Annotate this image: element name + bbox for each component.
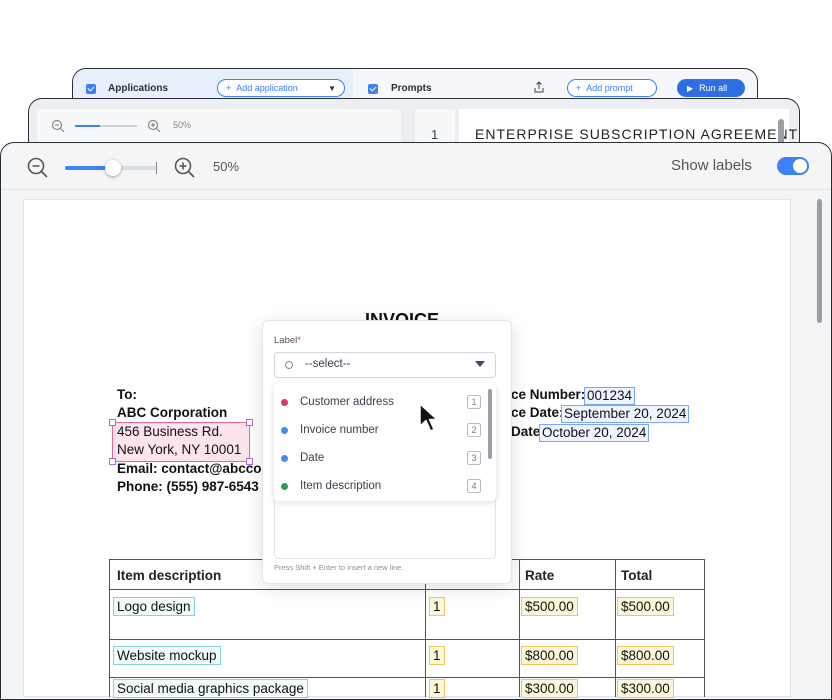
option-date[interactable]: Date 3 xyxy=(275,445,491,471)
label-panel: Label* --select-- Customer address 1 Inv… xyxy=(262,320,512,584)
applications-tab-label[interactable]: Applications xyxy=(108,83,168,94)
shortcut-badge: 1 xyxy=(467,395,481,409)
header-cell-total: Total xyxy=(616,560,705,590)
handle-top-left[interactable] xyxy=(109,419,116,426)
option-customer-address[interactable]: Customer address 1 xyxy=(275,389,491,415)
header-description: Item description xyxy=(117,568,222,583)
option-item-description[interactable]: Item description 4 xyxy=(275,473,491,499)
phone-line: Phone: (555) 987-6543 xyxy=(117,479,259,494)
mid-zoom-level: 50% xyxy=(173,120,192,130)
zoom-slider-thumb[interactable] xyxy=(105,160,121,176)
row1-description[interactable]: Logo design xyxy=(113,597,195,616)
mid-zoom-slider[interactable] xyxy=(75,125,137,127)
option-label: Invoice number xyxy=(300,424,379,436)
zoom-in-icon[interactable] xyxy=(147,119,161,138)
plus-icon: + xyxy=(226,83,232,93)
invoice-date-value[interactable]: September 20, 2024 xyxy=(561,405,690,423)
invoice-number-dot xyxy=(281,426,288,434)
zoom-in-icon[interactable] xyxy=(174,157,196,184)
row1-total[interactable]: $500.00 xyxy=(617,597,674,616)
handle-top-right[interactable] xyxy=(246,419,253,426)
share-icon[interactable] xyxy=(533,80,545,98)
circle-icon xyxy=(285,361,293,369)
hint-text: Press Shift + Enter to insert a new line… xyxy=(274,563,404,572)
row3-qty[interactable]: 1 xyxy=(429,679,445,698)
label-select[interactable]: --select-- xyxy=(274,352,496,378)
add-prompt-label: Add prompt xyxy=(586,83,633,93)
row2-rate[interactable]: $800.00 xyxy=(521,646,578,665)
show-labels-text: Show labels xyxy=(671,157,752,174)
line-number: 1 xyxy=(431,127,439,142)
item-description-dot xyxy=(281,482,288,490)
row2-description[interactable]: Website mockup xyxy=(113,646,221,665)
row3-description[interactable]: Social media graphics package xyxy=(113,679,308,698)
row1-rate[interactable]: $500.00 xyxy=(521,597,578,616)
shortcut-badge: 4 xyxy=(467,479,481,493)
run-all-button[interactable]: ▶ Run all xyxy=(677,79,745,97)
row3-total[interactable]: $300.00 xyxy=(617,679,674,698)
header-cell-rate: Rate xyxy=(520,560,616,590)
header-rate: Rate xyxy=(525,568,555,583)
due-date-value[interactable]: October 20, 2024 xyxy=(539,424,650,442)
customer-address-dot xyxy=(281,398,288,406)
company-name: ABC Corporation xyxy=(117,405,228,420)
zoom-slider[interactable] xyxy=(65,160,157,176)
zoom-out-icon[interactable] xyxy=(27,157,49,184)
toolbar-divider xyxy=(1,189,831,190)
applications-checkbox[interactable] xyxy=(86,84,96,94)
option-invoice-number[interactable]: Invoice number 2 xyxy=(275,417,491,443)
invoice-number-value[interactable]: 001234 xyxy=(584,387,636,405)
options-scrollbar[interactable] xyxy=(488,389,492,459)
shortcut-badge: 3 xyxy=(467,451,481,465)
prompts-checkbox[interactable] xyxy=(368,84,378,94)
address-line1: 456 Business Rd. xyxy=(117,424,223,439)
row2-total[interactable]: $800.00 xyxy=(617,646,674,665)
add-application-button[interactable]: + Add application ▼ xyxy=(217,79,345,97)
shortcut-badge: 2 xyxy=(467,423,481,437)
address-line2: New York, NY 10001 xyxy=(117,442,242,457)
zoom-out-icon[interactable] xyxy=(51,119,65,138)
to-label: To: xyxy=(117,387,137,402)
row1-qty[interactable]: 1 xyxy=(429,597,445,616)
required-mark: * xyxy=(297,335,301,346)
play-icon: ▶ xyxy=(687,83,694,93)
toggle-knob xyxy=(793,159,807,173)
caret-down-icon: ▼ xyxy=(328,83,336,93)
mouse-cursor-icon xyxy=(418,402,440,439)
header-total: Total xyxy=(621,568,653,583)
show-labels-toggle[interactable] xyxy=(777,157,809,175)
caret-down-icon xyxy=(475,361,485,367)
option-label: Date xyxy=(300,452,325,464)
handle-bottom-left[interactable] xyxy=(109,458,116,465)
plus-icon: + xyxy=(576,83,582,93)
row3-rate[interactable]: $300.00 xyxy=(521,679,578,698)
run-all-label: Run all xyxy=(699,83,728,93)
email-line: Email: contact@abcco xyxy=(117,461,262,476)
agreement-title: ENTERPRISE SUBSCRIPTION AGREEMENT xyxy=(475,126,799,142)
page-scrollbar[interactable] xyxy=(817,199,822,323)
invoice-number-label: ce Number: xyxy=(511,387,586,402)
select-placeholder: --select-- xyxy=(305,358,351,370)
zoom-level: 50% xyxy=(213,159,240,174)
date-dot xyxy=(281,454,288,462)
add-application-label: Add application xyxy=(236,83,298,93)
row2-qty[interactable]: 1 xyxy=(429,646,445,665)
add-prompt-button[interactable]: + Add prompt xyxy=(567,79,657,97)
label-title: Label* xyxy=(274,335,301,346)
invoice-date-label: ce Date: xyxy=(511,405,564,420)
prompts-tab-label[interactable]: Prompts xyxy=(391,83,432,94)
option-label: Customer address xyxy=(300,396,394,408)
option-label: Item description xyxy=(300,480,382,492)
